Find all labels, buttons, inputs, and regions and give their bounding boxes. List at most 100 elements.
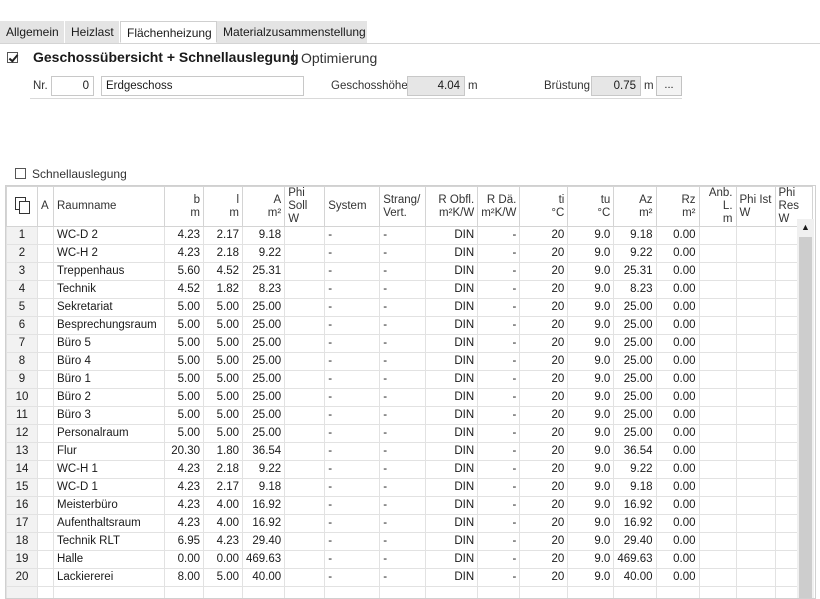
az-cell[interactable]: 25.00 (613, 388, 657, 407)
anb-cell[interactable] (698, 280, 737, 299)
ti-cell[interactable]: 20 (519, 406, 569, 425)
phisoll-cell[interactable] (284, 406, 326, 425)
rdae-cell[interactable]: - (477, 406, 521, 425)
b-cell[interactable]: 4.23 (164, 244, 204, 263)
tab-flaechenheizung[interactable]: Flächenheizung (120, 21, 217, 43)
row-number[interactable]: 2 (6, 244, 38, 263)
b-cell[interactable]: 5.60 (164, 262, 204, 281)
area-cell[interactable]: 8.23 (241, 280, 286, 299)
strang-cell[interactable]: - (379, 352, 427, 371)
room-name-cell[interactable]: Sekretariat (53, 298, 165, 317)
anb-cell[interactable] (698, 334, 737, 353)
rdae-cell[interactable]: - (477, 244, 521, 263)
strang-cell[interactable] (379, 586, 427, 598)
anb-cell[interactable] (698, 478, 737, 497)
strang-cell[interactable]: - (379, 514, 427, 533)
b-cell[interactable]: 4.23 (164, 496, 204, 515)
ti-cell[interactable]: 20 (519, 262, 569, 281)
ti-cell[interactable] (519, 586, 569, 598)
room-name-cell[interactable]: Büro 2 (53, 388, 165, 407)
row-number[interactable]: 3 (6, 262, 38, 281)
anb-cell[interactable] (698, 406, 737, 425)
az-cell[interactable] (613, 586, 657, 598)
b-cell[interactable]: 5.00 (164, 316, 204, 335)
ti-cell[interactable]: 20 (519, 334, 569, 353)
l-cell[interactable]: 4.23 (203, 532, 243, 551)
rdae-cell[interactable]: - (477, 370, 521, 389)
row-number[interactable]: 4 (6, 280, 38, 299)
system-cell[interactable]: - (324, 280, 381, 299)
az-cell[interactable]: 25.00 (613, 424, 657, 443)
phisoll-cell[interactable] (284, 226, 326, 245)
row-a-cell[interactable] (37, 460, 54, 479)
row-number[interactable]: 12 (6, 424, 38, 443)
phiist-cell[interactable] (735, 460, 776, 479)
row-a-cell[interactable] (37, 442, 54, 461)
row-a-cell[interactable] (37, 550, 54, 569)
col-raumname-header[interactable]: Raumname (53, 186, 165, 227)
row-number[interactable]: 16 (6, 496, 38, 515)
phiist-cell[interactable] (735, 532, 776, 551)
tu-cell[interactable]: 9.0 (567, 388, 615, 407)
tu-cell[interactable]: 9.0 (567, 514, 615, 533)
rdae-cell[interactable]: - (477, 460, 521, 479)
ti-cell[interactable]: 20 (519, 298, 569, 317)
anb-cell[interactable] (698, 460, 737, 479)
floor-name-field[interactable]: Erdgeschoss (101, 76, 304, 96)
anb-cell[interactable] (698, 262, 737, 281)
rz-cell[interactable]: 0.00 (655, 370, 700, 389)
l-cell[interactable]: 2.18 (203, 244, 243, 263)
phiist-cell[interactable] (735, 334, 776, 353)
row-number[interactable]: 6 (6, 316, 38, 335)
col-rdae-header[interactable]: R Dä. m²K/W (477, 186, 521, 227)
phiist-cell[interactable] (735, 316, 776, 335)
area-cell[interactable]: 25.00 (241, 352, 286, 371)
l-cell[interactable]: 5.00 (203, 316, 243, 335)
col-robfl-header[interactable]: R Obfl. m²K/W (425, 186, 479, 227)
strang-cell[interactable]: - (379, 280, 427, 299)
phisoll-cell[interactable] (284, 424, 326, 443)
rdae-cell[interactable]: - (477, 262, 521, 281)
col-ti-header[interactable]: ti °C (519, 186, 569, 227)
room-name-cell[interactable]: WC-D 1 (53, 478, 165, 497)
rz-cell[interactable]: 0.00 (655, 262, 700, 281)
table-row[interactable]: 19 Halle 0.00 0.00 469.63- - DIN -20 9.0 469.63 0.… (6, 550, 813, 569)
b-cell[interactable]: 5.00 (164, 424, 204, 443)
anb-cell[interactable] (698, 532, 737, 551)
tab-materialzusammenstellung[interactable]: Materialzusammenstellung (217, 21, 368, 43)
col-rz-header[interactable]: Rz m² (655, 186, 700, 227)
l-cell[interactable]: 5.00 (203, 334, 243, 353)
rz-cell[interactable]: 0.00 (655, 460, 700, 479)
az-cell[interactable]: 25.00 (613, 352, 657, 371)
table-row[interactable]: 5 Sekretariat 5.00 5.00 25.00- - DIN -20 9.0 25.0… (6, 298, 813, 317)
phisoll-cell[interactable] (284, 460, 326, 479)
l-cell[interactable]: 5.00 (203, 424, 243, 443)
row-number[interactable]: 13 (6, 442, 38, 461)
system-cell[interactable]: - (324, 334, 381, 353)
robfl-cell[interactable]: DIN (425, 442, 479, 461)
phiist-cell[interactable] (735, 478, 776, 497)
ti-cell[interactable]: 20 (519, 514, 569, 533)
b-cell[interactable]: 6.95 (164, 532, 204, 551)
az-cell[interactable]: 9.18 (613, 226, 657, 245)
rz-cell[interactable]: 0.00 (655, 316, 700, 335)
area-cell[interactable]: 9.22 (241, 460, 286, 479)
copy-icon[interactable] (6, 186, 38, 227)
phisoll-cell[interactable] (284, 568, 326, 587)
robfl-cell[interactable]: DIN (425, 316, 479, 335)
az-cell[interactable]: 25.31 (613, 262, 657, 281)
geschoss-checkbox[interactable] (7, 52, 18, 63)
b-cell[interactable]: 4.23 (164, 226, 204, 245)
phiist-cell[interactable] (735, 568, 776, 587)
table-row[interactable]: 3 Treppenhaus 5.60 4.52 25.31- - DIN -20 9.0 25.3… (6, 262, 813, 281)
col-system-header[interactable]: System (324, 186, 381, 227)
tu-cell[interactable]: 9.0 (567, 460, 615, 479)
area-cell[interactable]: 469.63 (241, 550, 286, 569)
system-cell[interactable]: - (324, 442, 381, 461)
rz-cell[interactable]: 0.00 (655, 244, 700, 263)
l-cell[interactable]: 5.00 (203, 370, 243, 389)
strang-cell[interactable]: - (379, 226, 427, 245)
phiist-cell[interactable] (735, 352, 776, 371)
system-cell[interactable]: - (324, 568, 381, 587)
row-a-cell[interactable] (37, 514, 54, 533)
